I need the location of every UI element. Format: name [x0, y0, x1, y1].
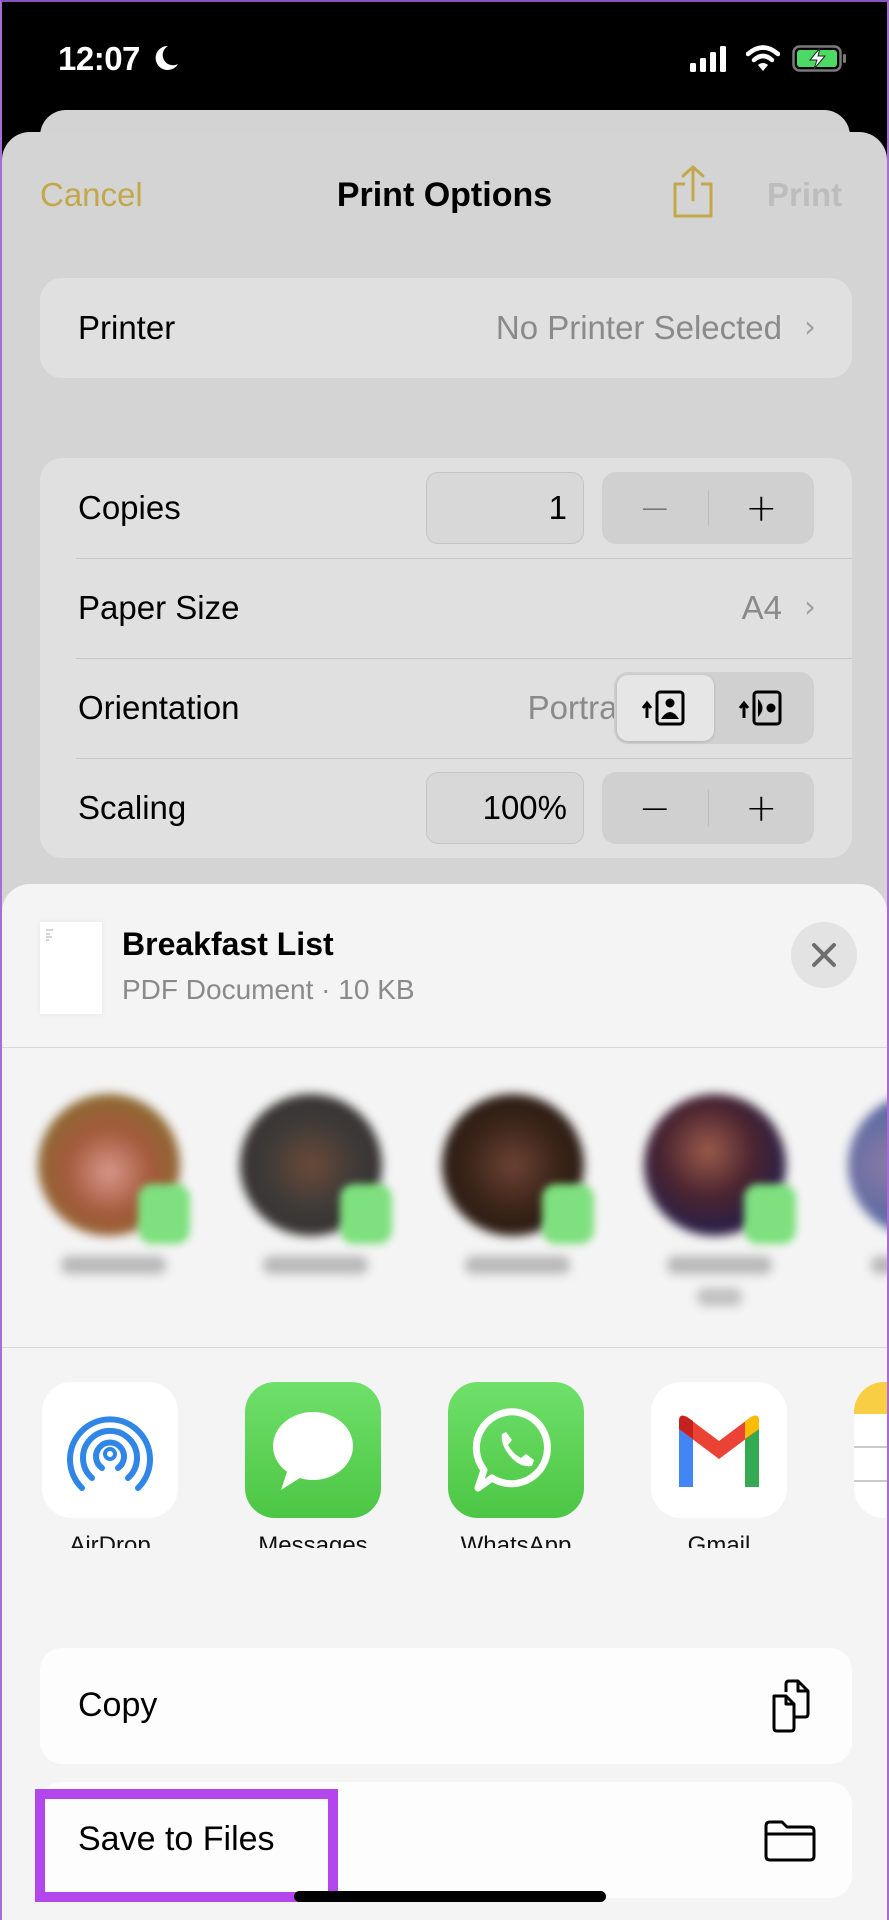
document-subtitle: PDF Document · 10 KB: [122, 974, 415, 1005]
document-title: Breakfast List: [122, 926, 334, 962]
paper-size-row[interactable]: Paper Size A4 ›: [40, 558, 852, 658]
app-label: WhatsApp: [460, 1532, 572, 1548]
contact-suggestion[interactable]: [240, 1094, 392, 1274]
printer-label: Printer: [78, 309, 176, 346]
contact-name-blurred: [60, 1256, 166, 1274]
contact-name-blurred: [870, 1256, 887, 1274]
chevron-right-icon: ›: [804, 309, 816, 345]
contact-suggestion[interactable]: [442, 1094, 594, 1274]
copies-row: Copies 1 − +: [40, 458, 852, 558]
notes-header: [854, 1382, 887, 1414]
app-label: Gmail: [687, 1532, 751, 1548]
airdrop-icon: [42, 1382, 178, 1518]
app-gmail[interactable]: Gmail: [649, 1382, 789, 1548]
status-time: 12:07: [58, 40, 140, 77]
landscape-icon: [738, 690, 781, 726]
apps-row: AirDrop Messages WhatsApp Gmail: [2, 1348, 887, 1548]
app-messages[interactable]: Messages: [243, 1382, 383, 1548]
home-indicator[interactable]: [294, 1891, 606, 1902]
orientation-label: Orientation: [78, 689, 240, 726]
scaling-label: Scaling: [78, 789, 187, 826]
contact-suggestion[interactable]: [848, 1094, 887, 1274]
contact-suggestion[interactable]: [38, 1094, 190, 1274]
copies-field[interactable]: 1: [426, 472, 584, 544]
notes-line: [854, 1480, 887, 1482]
copies-decrement-button[interactable]: −: [602, 472, 708, 544]
folder-icon: [764, 1820, 816, 1862]
notes-icon: [854, 1382, 887, 1518]
landscape-button[interactable]: [714, 675, 811, 741]
print-button[interactable]: Print: [767, 176, 842, 214]
moon-icon: [155, 45, 178, 70]
app-airdrop[interactable]: AirDrop: [40, 1382, 180, 1548]
contact-name-blurred: [696, 1288, 742, 1306]
document-thumbnail: [40, 922, 102, 1014]
copy-icon: [772, 1679, 810, 1733]
nav-bar: Cancel Print Options Print: [2, 132, 887, 262]
contact-name-blurred: [262, 1256, 368, 1274]
app-notes[interactable]: [852, 1382, 887, 1518]
annotation-highlight-box: [35, 1789, 338, 1902]
print-settings-group: Copies 1 − + Paper Size A4 › Orientation…: [40, 458, 852, 858]
status-bar: 12:07: [2, 2, 887, 112]
messages-badge-icon: [542, 1184, 594, 1244]
share-icon[interactable]: [670, 164, 716, 220]
portrait-icon: [641, 690, 684, 726]
scaling-stepper: − +: [602, 772, 814, 844]
contact-suggestion[interactable]: [644, 1094, 796, 1306]
printer-row[interactable]: Printer No Printer Selected ›: [40, 278, 852, 378]
close-icon: [812, 943, 836, 967]
portrait-button[interactable]: [617, 675, 714, 741]
scaling-field[interactable]: 100%: [426, 772, 584, 844]
gmail-icon: [651, 1382, 787, 1518]
printer-group: Printer No Printer Selected ›: [40, 278, 852, 378]
page-title: Print Options: [336, 176, 553, 214]
app-label: AirDrop: [69, 1532, 151, 1548]
scaling-decrement-button[interactable]: −: [602, 772, 708, 844]
copies-stepper: − +: [602, 472, 814, 544]
whatsapp-icon: [448, 1382, 584, 1518]
paper-size-value: A4: [741, 589, 782, 626]
app-label: Messages: [258, 1532, 368, 1548]
notes-line: [854, 1446, 887, 1448]
close-button[interactable]: [791, 922, 857, 988]
scaling-increment-button[interactable]: +: [709, 772, 815, 844]
copy-label: Copy: [78, 1686, 158, 1724]
orientation-segmented-control: [614, 672, 814, 744]
contact-name-blurred: [666, 1256, 772, 1274]
copies-increment-button[interactable]: +: [709, 472, 815, 544]
contacts-row: [2, 1048, 887, 1348]
messages-badge-icon: [340, 1184, 392, 1244]
cellular-signal-icon: [690, 46, 726, 72]
scaling-row: Scaling 100% − +: [40, 758, 852, 858]
document-preview-text: [46, 929, 53, 941]
app-whatsapp[interactable]: WhatsApp: [446, 1382, 586, 1548]
printer-value: No Printer Selected: [495, 309, 782, 346]
messages-badge-icon: [744, 1184, 796, 1244]
battery-charging-icon: [792, 45, 846, 72]
avatar: [848, 1094, 887, 1236]
contact-name-blurred: [464, 1256, 570, 1274]
wifi-icon: [746, 45, 780, 71]
share-sheet: Breakfast List PDF Document · 10 KB AirD…: [2, 884, 887, 1920]
messages-badge-icon: [138, 1184, 190, 1244]
copies-label: Copies: [78, 489, 181, 526]
copy-action[interactable]: Copy: [40, 1648, 852, 1764]
paper-size-label: Paper Size: [78, 589, 240, 626]
document-header: Breakfast List PDF Document · 10 KB: [2, 884, 887, 1048]
chevron-right-icon: ›: [804, 589, 816, 625]
messages-icon: [245, 1382, 381, 1518]
orientation-row: Orientation Portrait: [40, 658, 852, 758]
